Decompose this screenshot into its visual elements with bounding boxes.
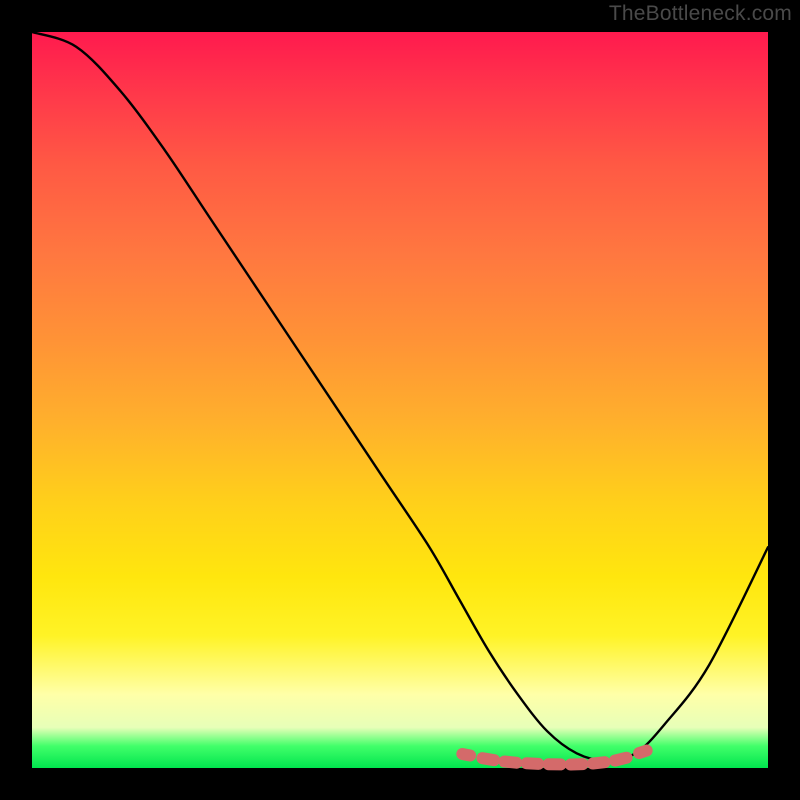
watermark-text: TheBottleneck.com <box>609 2 792 26</box>
optimum-marker <box>455 747 477 763</box>
optimum-markers <box>455 743 654 771</box>
optimum-marker <box>631 743 654 761</box>
chart-frame: TheBottleneck.com <box>0 0 800 800</box>
optimum-marker <box>520 757 545 770</box>
optimum-marker <box>475 751 501 767</box>
bottleneck-curve <box>32 32 768 761</box>
optimum-marker <box>564 758 588 771</box>
optimum-marker <box>498 755 523 769</box>
curve-layer <box>32 32 768 768</box>
optimum-marker <box>542 758 566 770</box>
plot-area <box>32 32 768 768</box>
optimum-marker <box>608 750 634 767</box>
